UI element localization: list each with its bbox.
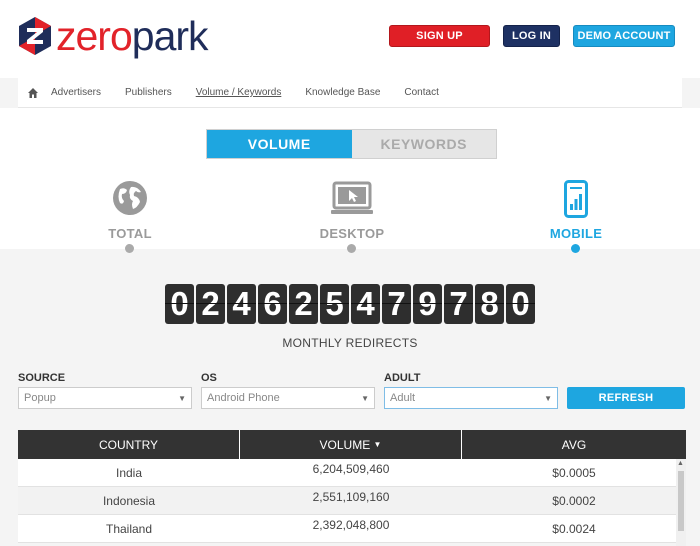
logo-mark-icon	[19, 17, 51, 55]
sign-up-button[interactable]: SIGN UP	[389, 25, 490, 47]
counter-digit: 4	[227, 284, 256, 324]
table-row[interactable]: Thailand 2,392,048,800 $0.0024	[18, 515, 686, 543]
cell-volume: 2,551,109,160	[312, 490, 390, 504]
tab-volume[interactable]: VOLUME	[207, 130, 352, 158]
source-value: Popup	[24, 392, 56, 404]
scrollbar-thumb[interactable]	[678, 471, 684, 531]
table-header: COUNTRY VOLUME ▼ AVG	[18, 430, 686, 459]
device-total[interactable]: TOTAL	[70, 180, 190, 241]
cell-country: Indonesia	[102, 493, 156, 508]
column-header-country[interactable]: COUNTRY	[18, 430, 240, 459]
cell-avg: $0.0024	[552, 521, 596, 536]
home-icon[interactable]	[27, 87, 39, 99]
tab-keywords[interactable]: KEYWORDS	[351, 130, 496, 158]
mobile-icon	[564, 180, 588, 218]
device-label-desktop: DESKTOP	[319, 226, 385, 241]
counter-digit: 6	[258, 284, 287, 324]
counter-digit: 0	[506, 284, 535, 324]
counter-digit: 7	[382, 284, 411, 324]
device-indicator-total	[125, 244, 134, 253]
column-header-volume[interactable]: VOLUME ▼	[240, 430, 462, 459]
cell-avg: $0.0002	[552, 493, 596, 508]
refresh-button[interactable]: REFRESH	[567, 387, 685, 409]
log-in-button[interactable]: LOG IN	[503, 25, 560, 47]
zeropark-logo[interactable]: zeropark	[18, 13, 209, 59]
column-header-avg[interactable]: AVG	[462, 430, 686, 459]
scroll-up-icon[interactable]: ▲	[677, 460, 684, 467]
counter-digit: 4	[351, 284, 380, 324]
logo-wordmark: zeropark	[56, 13, 209, 59]
breadcrumb-nav: Advertisers Publishers Volume / Keywords…	[0, 78, 700, 108]
device-label-mobile: MOBILE	[549, 226, 603, 241]
os-value: Android Phone	[207, 392, 280, 404]
counter-digit: 8	[475, 284, 504, 324]
os-label: OS	[201, 372, 217, 384]
chevron-down-icon: ▼	[361, 394, 369, 403]
volume-keywords-toggle: VOLUME KEYWORDS	[206, 129, 497, 159]
nav-link-advertisers[interactable]: Advertisers	[51, 87, 101, 98]
counter-label: MONTHLY REDIRECTS	[282, 336, 418, 350]
adult-value: Adult	[390, 392, 416, 404]
cell-volume: 2,392,048,800	[312, 518, 390, 532]
cell-country: India	[115, 465, 143, 480]
adult-select[interactable]: Adult ▼	[384, 387, 558, 409]
volume-table: COUNTRY VOLUME ▼ AVG India 6,204,509,460…	[18, 430, 686, 546]
cell-volume: 6,204,509,460	[312, 462, 390, 476]
cell-avg: $0.0005	[552, 465, 596, 480]
counter-digit: 5	[320, 284, 349, 324]
chevron-down-icon: ▼	[178, 394, 186, 403]
device-selector: TOTAL DESKTOP MOBILE	[0, 180, 700, 252]
source-label: SOURCE	[18, 372, 66, 384]
counter-digit: 9	[413, 284, 442, 324]
adult-label: ADULT	[384, 372, 421, 384]
chevron-down-icon: ▼	[544, 394, 552, 403]
nav-link-contact[interactable]: Contact	[404, 87, 438, 98]
globe-icon	[113, 181, 147, 215]
counter-digit: 0	[165, 284, 194, 324]
cell-country: Thailand	[105, 521, 153, 536]
nav-link-publishers[interactable]: Publishers	[125, 87, 172, 98]
table-scrollbar[interactable]: ▲	[676, 459, 686, 546]
demo-account-button[interactable]: DEMO ACCOUNT	[573, 25, 675, 47]
desktop-icon	[331, 181, 373, 214]
counter-digit: 7	[444, 284, 473, 324]
os-select[interactable]: Android Phone ▼	[201, 387, 375, 409]
counter-digit: 2	[289, 284, 318, 324]
source-select[interactable]: Popup ▼	[18, 387, 192, 409]
device-label-total: TOTAL	[108, 226, 152, 241]
device-indicator-desktop	[347, 244, 356, 253]
redirect-counter: 0 2 4 6 2 5 4 7 9 7 8 0	[165, 284, 535, 324]
site-header: zeropark SIGN UP LOG IN DEMO ACCOUNT	[0, 0, 700, 78]
device-mobile[interactable]: MOBILE	[516, 180, 636, 241]
nav-link-knowledge-base[interactable]: Knowledge Base	[305, 87, 380, 98]
nav-link-volume-keywords[interactable]: Volume / Keywords	[196, 87, 282, 98]
device-indicator-mobile	[571, 244, 580, 253]
device-desktop[interactable]: DESKTOP	[292, 180, 412, 241]
sort-desc-icon: ▼	[373, 440, 382, 449]
table-row[interactable]: Indonesia 2,551,109,160 $0.0002	[18, 487, 686, 515]
counter-digit: 2	[196, 284, 225, 324]
table-row[interactable]: India 6,204,509,460 $0.0005	[18, 459, 686, 487]
